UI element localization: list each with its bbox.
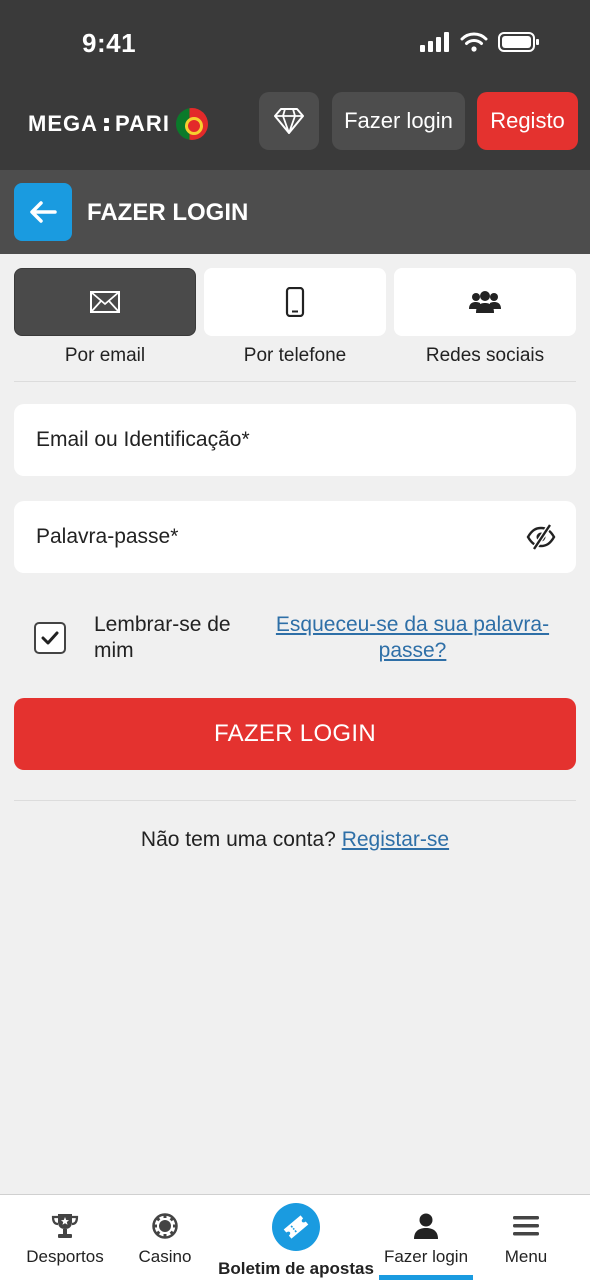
betslip-circle[interactable] <box>272 1203 320 1251</box>
password-input[interactable] <box>14 501 576 573</box>
signup-prompt: Não tem uma conta? Registar-se <box>0 828 590 852</box>
page-title-bar: FAZER LOGIN <box>0 170 590 254</box>
app-header: MEGA PARI Fazer login Registo <box>0 80 590 170</box>
trophy-icon <box>51 1214 79 1238</box>
header-register-button[interactable]: Registo <box>477 92 578 150</box>
status-icons <box>420 32 540 52</box>
arrow-left-icon <box>30 201 57 223</box>
tab-social-networks-label: Redes sociais <box>425 345 545 366</box>
password-field[interactable] <box>14 501 576 573</box>
envelope-icon <box>90 291 120 313</box>
user-icon <box>414 1213 438 1239</box>
remember-me-label[interactable]: Lembrar-se de mim <box>94 612 254 664</box>
logo-text-left: MEGA <box>28 111 98 136</box>
remember-me-checkbox[interactable] <box>34 622 66 654</box>
nav-item-betslip-label: Boletim de apostas <box>218 1259 374 1278</box>
email-input[interactable] <box>14 404 576 476</box>
tab-social-networks[interactable]: Redes sociais <box>394 268 576 367</box>
nav-item-sports-label: Desportos <box>26 1247 104 1266</box>
logo-dots <box>104 117 109 131</box>
back-button[interactable] <box>14 183 72 241</box>
header-login-button[interactable]: Fazer login <box>332 92 465 150</box>
logo-text-right: PARI <box>115 111 170 136</box>
battery-icon <box>498 32 539 52</box>
active-tab-indicator <box>379 1275 473 1280</box>
users-icon <box>469 291 501 313</box>
portugal-flag-icon <box>175 108 208 140</box>
nav-item-login-label: Fazer login <box>383 1247 469 1266</box>
wifi-icon <box>460 32 488 52</box>
tab-by-phone-box[interactable] <box>204 268 386 336</box>
login-submit-button[interactable]: FAZER LOGIN <box>14 698 576 770</box>
tab-by-email[interactable]: Por email <box>14 268 196 367</box>
hamburger-icon <box>513 1216 539 1236</box>
megapari-logo[interactable]: MEGA PARI <box>28 108 208 140</box>
nav-item-login[interactable]: Fazer login <box>379 1195 473 1280</box>
email-field[interactable] <box>14 404 576 476</box>
signal-icon <box>420 32 449 52</box>
tab-by-phone-label: Por telefone <box>243 345 347 366</box>
register-link[interactable]: Registar-se <box>342 828 449 851</box>
phone-icon <box>285 287 305 317</box>
divider <box>14 381 576 382</box>
nav-item-betslip[interactable]: Boletim de apostas <box>216 1195 376 1280</box>
forgot-password-link[interactable]: Esqueceu-se da sua palavra-passe? <box>270 612 555 664</box>
nav-item-menu-label: Menu <box>504 1247 548 1266</box>
vip-diamond-button[interactable] <box>259 92 319 150</box>
page-title: FAZER LOGIN <box>87 199 249 226</box>
status-time: 9:41 <box>82 28 137 58</box>
nav-item-casino-label: Casino <box>138 1247 192 1266</box>
nav-item-sports[interactable]: Desportos <box>18 1195 112 1280</box>
eye-slash-icon <box>526 523 556 551</box>
signup-prompt-text: Não tem uma conta? <box>140 828 336 851</box>
nav-item-casino[interactable]: Casino <box>120 1195 210 1280</box>
divider <box>14 800 576 801</box>
nav-item-menu[interactable]: Menu <box>484 1195 568 1280</box>
tab-social-networks-box[interactable] <box>394 268 576 336</box>
tab-by-email-label: Por email <box>64 345 146 366</box>
tab-by-phone[interactable]: Por telefone <box>204 268 386 367</box>
tab-by-email-box[interactable] <box>14 268 196 336</box>
status-bar: 9:41 <box>0 0 590 80</box>
ticket-icon <box>283 1215 309 1239</box>
login-method-tabs: Por email Por telefone Redes sociais <box>14 268 576 367</box>
checkmark-icon <box>41 631 59 645</box>
diamond-icon <box>274 108 304 134</box>
bottom-navigation: Desportos Casino Boletim de apostas Faze… <box>0 1194 590 1280</box>
casino-chip-icon <box>152 1213 178 1239</box>
toggle-password-visibility-button[interactable] <box>526 523 556 556</box>
